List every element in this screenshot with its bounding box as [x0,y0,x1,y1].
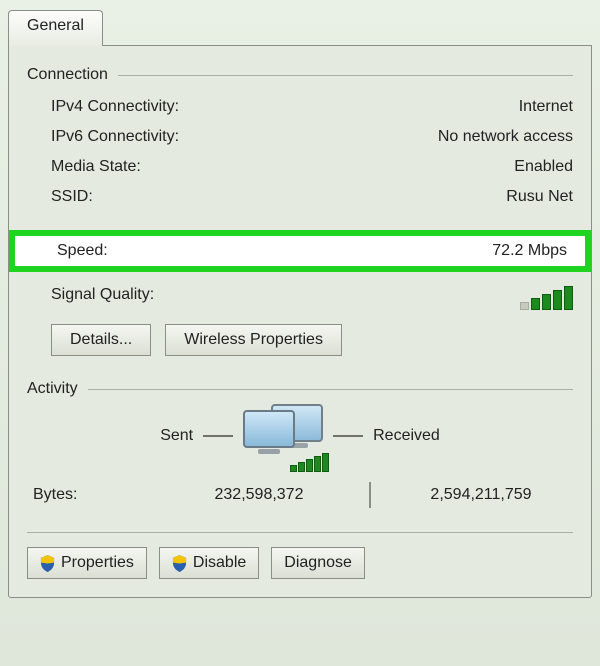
connection-group-header: Connection [27,66,573,84]
ipv6-value: No network access [438,128,573,146]
tab-general[interactable]: General [8,10,103,46]
row-duration-cutoff [27,214,573,230]
tab-gap [103,10,592,46]
divider [88,389,573,390]
signal-quality-bars-icon [520,286,573,310]
ssid-label: SSID: [51,188,93,206]
activity-header-label: Activity [27,380,78,398]
bytes-sent-value: 232,598,372 [173,486,345,504]
row-ssid: SSID: Rusu Net [27,184,573,214]
diagnose-button-label: Diagnose [284,554,352,572]
signal-quality-mini-icon [290,453,329,472]
ipv6-label: IPv6 Connectivity: [51,128,179,146]
divider [27,532,573,533]
bytes-row: Bytes: 232,598,372 2,594,211,759 [27,476,573,516]
speed-value: 72.2 Mbps [492,242,567,260]
bytes-caption: Bytes: [33,486,173,504]
row-speed-highlight: Speed: 72.2 Mbps [9,230,591,272]
properties-button[interactable]: Properties [27,547,147,579]
row-ipv4: IPv4 Connectivity: Internet [27,94,573,124]
activity-received-label: Received [373,427,440,445]
ssid-value: Rusu Net [506,188,573,206]
disable-button[interactable]: Disable [159,547,259,579]
row-media-state: Media State: Enabled [27,154,573,184]
diagnose-button[interactable]: Diagnose [271,547,365,579]
uac-shield-icon [40,555,55,572]
properties-button-label: Properties [61,554,134,572]
activity-graphic: Sent Received [27,408,573,464]
uac-shield-icon [172,555,187,572]
row-signal-quality: Signal Quality: [27,282,573,318]
details-button-label: Details... [70,331,132,349]
activity-group-header: Activity [27,380,573,398]
dash-icon [333,435,363,437]
row-ipv6: IPv6 Connectivity: No network access [27,124,573,154]
divider [118,75,573,76]
media-state-value: Enabled [514,158,573,176]
wireless-properties-button[interactable]: Wireless Properties [165,324,342,356]
bytes-received-value: 2,594,211,759 [395,486,567,504]
network-computers-icon [243,408,323,464]
signal-quality-label: Signal Quality: [51,286,154,310]
connection-header-label: Connection [27,66,108,84]
ipv4-value: Internet [519,98,573,116]
ipv4-label: IPv4 Connectivity: [51,98,179,116]
activity-sent-label: Sent [160,427,193,445]
details-button[interactable]: Details... [51,324,151,356]
speed-label: Speed: [57,242,108,260]
properties-panel: Connection IPv4 Connectivity: Internet I… [8,46,592,598]
wireless-properties-button-label: Wireless Properties [184,331,323,349]
disable-button-label: Disable [193,554,246,572]
bytes-separator [369,482,371,508]
media-state-label: Media State: [51,158,141,176]
dash-icon [203,435,233,437]
tab-general-label: General [27,17,84,34]
